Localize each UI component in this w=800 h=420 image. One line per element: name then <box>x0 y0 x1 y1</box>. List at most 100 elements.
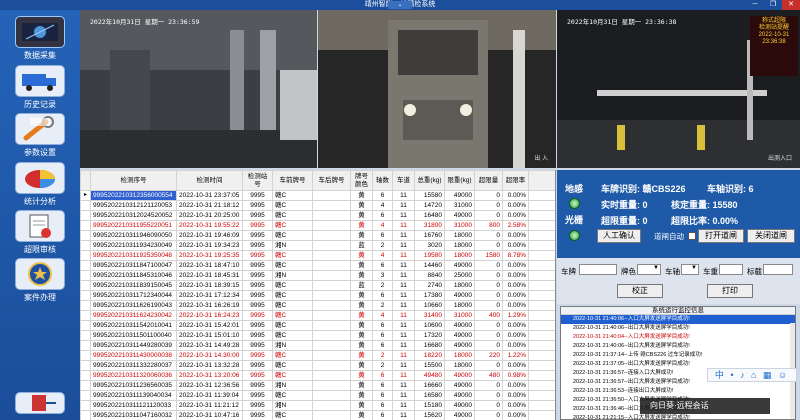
table-row[interactable]: 9995202210311047160032 2022-10-31 10:47:1… <box>80 410 555 420</box>
table-row[interactable]: 9995202210311839150045 2022-10-31 18:39:1… <box>80 280 555 291</box>
sidebar-item-label: 数据采集 <box>24 51 56 60</box>
cell-lane: 11 <box>392 300 415 311</box>
weight-filter-input[interactable] <box>719 264 743 275</box>
cell-record-id: 9995202210311236560035 <box>90 380 177 391</box>
table-header[interactable]: 检测序号 <box>90 170 177 191</box>
cell-lane: 11 <box>392 210 415 221</box>
table-row[interactable]: ▸ 9995202210312356000554 2022-10-31 23:37:… <box>80 190 555 201</box>
cell-station: 9995 <box>242 370 273 381</box>
actual-weight-value: 0 <box>642 200 648 210</box>
table-row[interactable]: 9995202210311542010041 2022-10-31 15:42:0… <box>80 320 555 331</box>
table-row[interactable]: 9995202210311449280039 2022-10-31 14:49:2… <box>80 340 555 351</box>
flag-filter-input[interactable] <box>763 264 793 275</box>
sidebar-item-data-collect[interactable]: 数据采集 <box>4 16 76 61</box>
sidebar-item-case[interactable]: 案件办理 <box>4 258 76 303</box>
log-entry[interactable]: 2022-10-31 21:40:06--出口大屏发送屏学目成功! <box>561 324 795 333</box>
table-row[interactable]: 9995202210311624230042 2022-10-31 16:24:2… <box>80 310 555 321</box>
cell-over-amount: 0 <box>474 360 503 371</box>
table-row[interactable]: 9995202210311845310046 2022-10-31 18:45:3… <box>80 270 555 281</box>
sidebar-item-exit[interactable] <box>4 392 76 416</box>
cell-axles: 3 <box>372 270 393 281</box>
cell-over-amount: 0 <box>474 330 503 341</box>
open-gate-button[interactable]: 打开道闸 <box>698 229 744 243</box>
cell-front-plate: 赣C <box>272 360 313 371</box>
table-header[interactable]: 车前牌号 <box>272 170 313 191</box>
table-row[interactable]: 9995202210311139040034 2022-10-31 11:39:0… <box>80 390 555 401</box>
sidebar-item-history[interactable]: 历史记录 <box>4 65 76 110</box>
table-row[interactable]: 9995202210311847100047 2022-10-31 18:47:1… <box>80 260 555 271</box>
table-row[interactable]: 9995202210311925350048 2022-10-31 19:25:3… <box>80 250 555 261</box>
log-entry[interactable]: 2022-10-31 21:21:15--入口大屏发送屏学目成功! <box>561 414 795 420</box>
cell-time: 2022-10-31 18:47:10 <box>176 260 243 271</box>
cell-front-plate: 赣C <box>272 230 313 241</box>
cell-limit-weight: 49000 <box>444 410 475 420</box>
cell-over-amount: 0 <box>474 270 503 281</box>
log-entry[interactable]: 2022-10-31 21:37:14--上传 赣CBS226 过车记录成功! <box>561 351 795 360</box>
print-button[interactable]: 打印 <box>707 284 753 298</box>
table-row[interactable]: 9995202210311236560035 2022-10-31 12:36:5… <box>80 380 555 391</box>
cell-front-plate: 赣C <box>272 200 313 211</box>
table-row[interactable]: 9995202210311626190043 2022-10-31 16:26:1… <box>80 300 555 311</box>
log-entry[interactable]: 2022-10-31 21:40:04--入口大屏发送屏学目成功! <box>561 333 795 342</box>
table-row[interactable]: 9995202210311430000038 2022-10-31 14:30:0… <box>80 350 555 361</box>
color-filter-select[interactable]: ▼ <box>637 264 661 275</box>
ime-toolbar[interactable]: 中 • ♪ ⌂ ▦ ☺ <box>707 368 797 382</box>
cell-front-plate: 赣C <box>272 370 313 381</box>
cell-total-weight: 16680 <box>414 340 445 351</box>
table-header[interactable]: 超限率 <box>502 170 529 191</box>
cell-total-weight: 15620 <box>414 410 445 420</box>
table-header[interactable]: 检测时间 <box>176 170 243 191</box>
cell-station: 9995 <box>242 230 273 241</box>
maximize-button[interactable]: ❐ <box>764 0 782 10</box>
table-header[interactable]: 轴数 <box>372 170 393 191</box>
cell-plate-color: 黄 <box>350 260 373 271</box>
table-row[interactable]: 9995202210311934230049 2022-10-31 19:34:2… <box>80 240 555 251</box>
table-header[interactable]: 检测站号 <box>242 170 273 191</box>
cell-back-plate <box>312 250 351 261</box>
table-row[interactable]: 9995202210312121120053 2022-10-31 21:18:1… <box>80 200 555 211</box>
table-header[interactable]: 总重(kg) <box>414 170 445 191</box>
cell-axles: 2 <box>372 360 393 371</box>
plate-filter-input[interactable] <box>579 264 617 275</box>
table-header[interactable]: 车道 <box>392 170 415 191</box>
sidebar-item-audit[interactable]: 超限审核 <box>4 210 76 255</box>
cell-axles: 2 <box>372 240 393 251</box>
color-filter-label: 牌色 <box>621 267 636 276</box>
row-marker-icon <box>80 270 91 281</box>
cell-limit-weight: 31000 <box>444 310 475 321</box>
close-button[interactable]: ✕ <box>782 0 800 10</box>
sidebar-item-statistics[interactable]: 统计分析 <box>4 162 76 207</box>
exit-door-icon <box>15 392 65 414</box>
cell-back-plate <box>312 290 351 301</box>
cell-extra <box>528 320 555 331</box>
row-marker-icon <box>80 200 91 211</box>
table-row[interactable]: 9995202210312024520052 2022-10-31 20:25:0… <box>80 210 555 221</box>
table-row[interactable]: 9995202210311712340044 2022-10-31 17:12:3… <box>80 290 555 301</box>
log-entry[interactable]: 2022-10-31 21:36:53--连接出口大屏成功! <box>561 387 795 396</box>
collapse-button[interactable]: ⌄ <box>388 1 412 9</box>
table-row[interactable]: 9995202210311121120033 2022-10-31 11:21:1… <box>80 400 555 411</box>
table-row[interactable]: 9995202210311946090050 2022-10-31 19:46:0… <box>80 230 555 241</box>
table-row[interactable]: 9995202210311955220051 2022-10-31 19:55:2… <box>80 220 555 231</box>
table-row[interactable]: 9995202210311501100040 2022-10-31 15:01:1… <box>80 330 555 341</box>
manual-confirm-button[interactable]: 人工确认 <box>597 229 641 243</box>
table-header[interactable]: 车后牌号 <box>312 170 351 191</box>
cell-over-rate: 0.00% <box>502 360 529 371</box>
table-row[interactable]: 9995202210311320060036 2022-10-31 13:20:0… <box>80 370 555 381</box>
close-gate-button[interactable]: 关闭道闸 <box>747 229 795 243</box>
minimize-button[interactable]: ─ <box>746 0 764 10</box>
correct-button[interactable]: 校正 <box>617 284 663 298</box>
log-entry[interactable]: 2022-10-31 21:40:06--出口大屏发送屏学目成功! <box>561 342 795 351</box>
cell-limit-weight: 49000 <box>444 290 475 301</box>
table-header[interactable]: 牌号颜色 <box>350 170 373 191</box>
sidebar-item-settings[interactable]: 参数设置 <box>4 113 76 158</box>
gate-auto-checkbox[interactable] <box>688 232 696 240</box>
cell-limit-weight: 18000 <box>444 300 475 311</box>
table-row[interactable]: 9995202210311332280037 2022-10-31 13:32:2… <box>80 360 555 371</box>
cell-extra <box>528 260 555 271</box>
cell-total-weight: 10600 <box>414 320 445 331</box>
table-header[interactable]: 限重(kg) <box>444 170 475 191</box>
table-header[interactable]: 超限量 <box>474 170 503 191</box>
log-entry[interactable]: 2022-10-31 21:40:06--入口大屏发送屏学目成功! <box>561 315 795 324</box>
axle-filter-select[interactable]: ▼ <box>681 264 699 275</box>
